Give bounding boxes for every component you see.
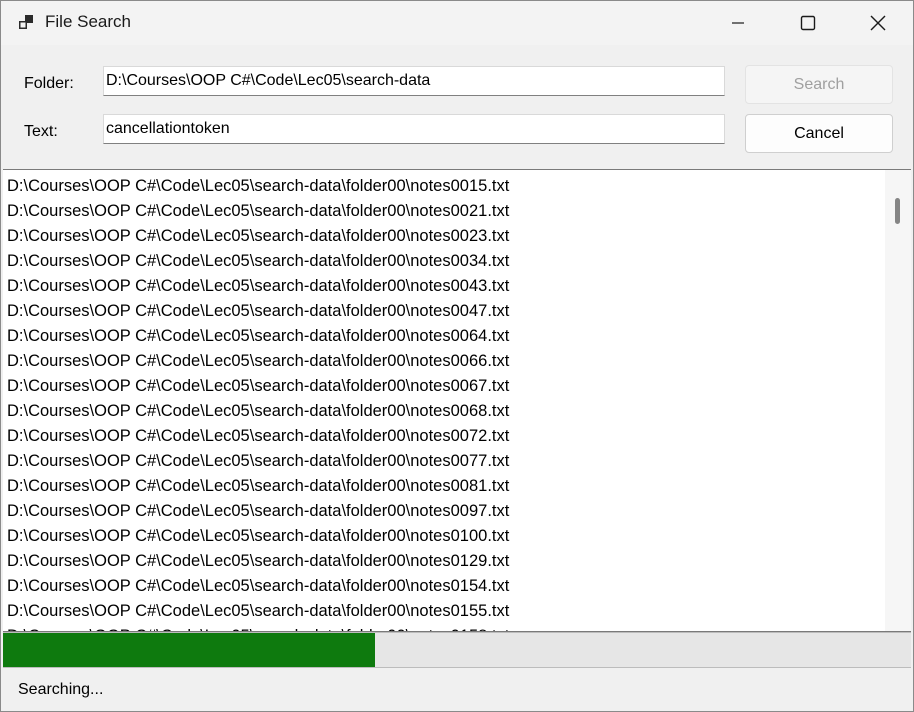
- maximize-icon: [800, 15, 816, 31]
- results-listbox[interactable]: D:\Courses\OOP C#\Code\Lec05\search-data…: [3, 169, 911, 632]
- title-bar[interactable]: File Search: [1, 1, 913, 45]
- result-item[interactable]: D:\Courses\OOP C#\Code\Lec05\search-data…: [7, 174, 877, 199]
- status-text: Searching...: [18, 681, 104, 698]
- search-button[interactable]: Search: [745, 65, 893, 104]
- close-button[interactable]: [843, 1, 913, 45]
- result-item[interactable]: D:\Courses\OOP C#\Code\Lec05\search-data…: [7, 349, 877, 374]
- result-item[interactable]: D:\Courses\OOP C#\Code\Lec05\search-data…: [7, 199, 877, 224]
- maximize-button[interactable]: [773, 1, 843, 45]
- result-item[interactable]: D:\Courses\OOP C#\Code\Lec05\search-data…: [7, 499, 877, 524]
- result-item[interactable]: D:\Courses\OOP C#\Code\Lec05\search-data…: [7, 324, 877, 349]
- result-item[interactable]: D:\Courses\OOP C#\Code\Lec05\search-data…: [7, 524, 877, 549]
- result-item[interactable]: D:\Courses\OOP C#\Code\Lec05\search-data…: [7, 424, 877, 449]
- text-label: Text:: [24, 123, 58, 140]
- search-text-input[interactable]: cancellationtoken: [103, 114, 725, 144]
- result-item[interactable]: D:\Courses\OOP C#\Code\Lec05\search-data…: [7, 449, 877, 474]
- result-item[interactable]: D:\Courses\OOP C#\Code\Lec05\search-data…: [7, 599, 877, 624]
- app-icon: [19, 15, 33, 29]
- result-item[interactable]: D:\Courses\OOP C#\Code\Lec05\search-data…: [7, 374, 877, 399]
- result-item[interactable]: D:\Courses\OOP C#\Code\Lec05\search-data…: [7, 574, 877, 599]
- result-item[interactable]: D:\Courses\OOP C#\Code\Lec05\search-data…: [7, 474, 877, 499]
- results-scrollbar[interactable]: [885, 170, 911, 631]
- folder-input[interactable]: D:\Courses\OOP C#\Code\Lec05\search-data: [103, 66, 725, 96]
- close-icon: [870, 15, 886, 31]
- cancel-button[interactable]: Cancel: [745, 114, 893, 153]
- progress-bar: [3, 632, 911, 668]
- result-item[interactable]: D:\Courses\OOP C#\Code\Lec05\search-data…: [7, 249, 877, 274]
- result-item[interactable]: D:\Courses\OOP C#\Code\Lec05\search-data…: [7, 299, 877, 324]
- file-search-window: File Search Folder: D:\Courses\OOP C#\Co…: [0, 0, 914, 712]
- minimize-icon: [732, 22, 744, 24]
- folder-label: Folder:: [24, 75, 74, 92]
- result-item[interactable]: D:\Courses\OOP C#\Code\Lec05\search-data…: [7, 224, 877, 249]
- scroll-thumb[interactable]: [895, 198, 900, 224]
- progress-fill: [3, 633, 376, 667]
- result-item[interactable]: D:\Courses\OOP C#\Code\Lec05\search-data…: [7, 549, 877, 574]
- window-title: File Search: [45, 12, 131, 31]
- result-item[interactable]: D:\Courses\OOP C#\Code\Lec05\search-data…: [7, 274, 877, 299]
- minimize-button[interactable]: [703, 1, 773, 45]
- results-list: D:\Courses\OOP C#\Code\Lec05\search-data…: [7, 174, 877, 631]
- result-item[interactable]: D:\Courses\OOP C#\Code\Lec05\search-data…: [7, 399, 877, 424]
- result-item[interactable]: D:\Courses\OOP C#\Code\Lec05\search-data…: [7, 624, 877, 631]
